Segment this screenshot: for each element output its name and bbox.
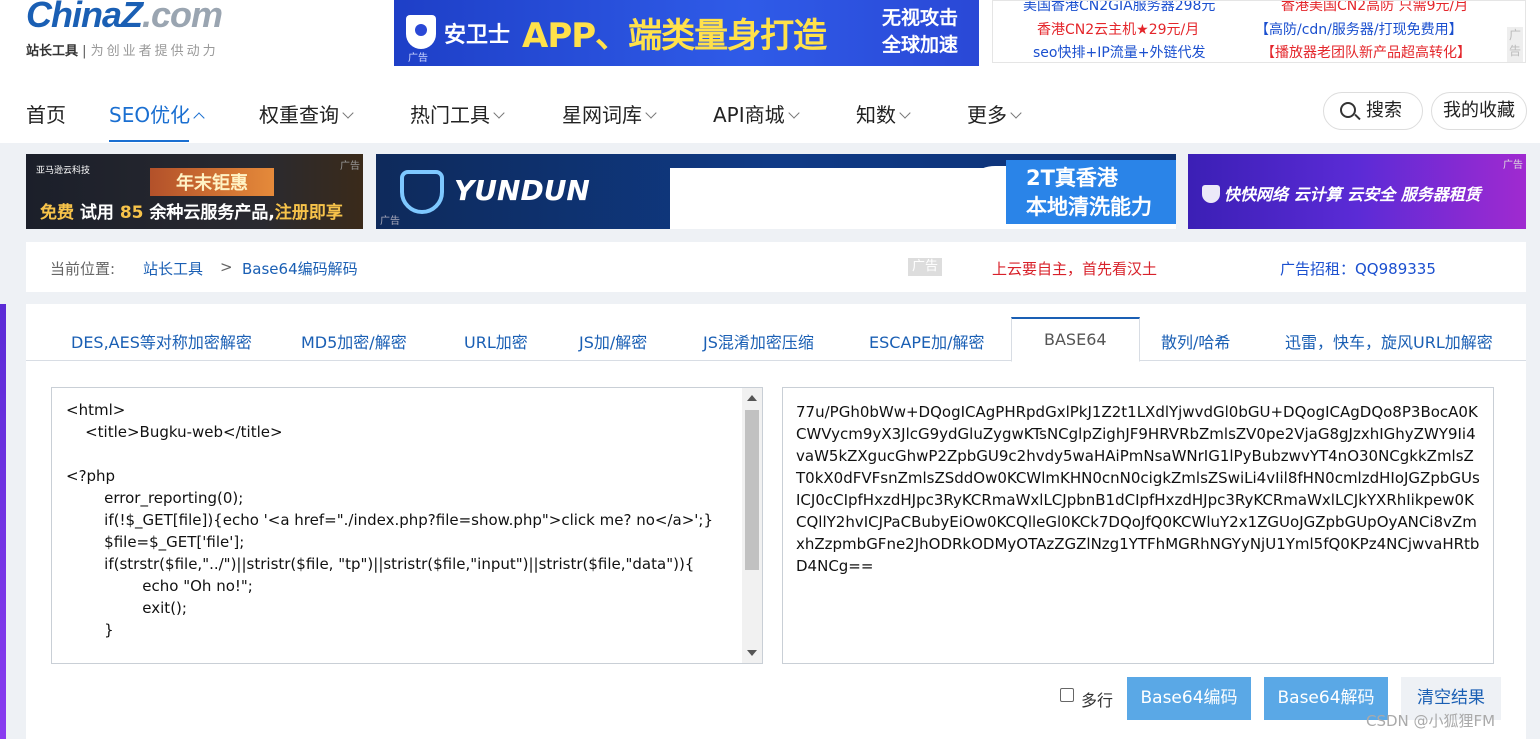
output-text: 77u/PGh0bWw+DQogICAgPHRpdGxlPkJ1Z2t1LXdl… [796, 403, 1480, 575]
text-ad-link[interactable]: 香港CN2云主机★29元/月 [1037, 19, 1199, 39]
banner-headline: APP、端类量身打造 [522, 16, 827, 56]
ad-tag: 广告 [380, 216, 400, 227]
chevron-down-icon [342, 107, 354, 119]
banner-side: 无视攻击 全球加速 [882, 7, 959, 56]
logo-sub: 站长工具 | 为创业者提供动力 [26, 44, 219, 59]
breadcrumb-link-base64[interactable]: Base64编码解码 [242, 258, 358, 279]
main-nav: 首页 SEO优化 权重查询 热门工具 星网词库 API商城 知数 更多 搜索 我… [0, 77, 1540, 143]
nav-item-seo[interactable]: SEO优化 [109, 99, 205, 128]
yundun-logo-icon [400, 170, 444, 214]
ad-banner-aws[interactable]: 亚马逊云科技 年末钜惠 免费 试用 85 余种云服务产品,注册即享 广告 [26, 154, 363, 229]
nav-item-weight[interactable]: 权重查询 [259, 99, 354, 128]
output-textarea[interactable]: 77u/PGh0bWw+DQogICAgPHRpdGxlPkJ1Z2t1LXdl… [782, 387, 1494, 664]
nav-item-api[interactable]: API商城 [713, 99, 800, 128]
scroll-down-icon[interactable] [747, 650, 757, 656]
text-ad-link[interactable]: 香港美国CN2高防 只需9元/月 [1281, 1, 1468, 15]
scroll-up-icon[interactable] [747, 395, 757, 401]
tool-tabs: DES,AES等对称加密解密 MD5加密/解密 URL加密 JS加/解密 JS混… [26, 317, 1526, 362]
encode-button[interactable]: Base64编码 [1127, 677, 1251, 720]
left-edge-decoration [0, 304, 6, 739]
promo-link[interactable]: 上云要自主，首先看汉土 [992, 258, 1157, 279]
chevron-down-icon [645, 107, 657, 119]
text-ad-link[interactable]: seo快排+IP流量+外链代发 [1033, 42, 1206, 62]
tab-des-aes[interactable]: DES,AES等对称加密解密 [71, 329, 252, 353]
kuaikuai-logo-icon [1202, 185, 1220, 203]
tab-base64[interactable]: BASE64 [1011, 317, 1140, 362]
search-icon [1340, 102, 1356, 118]
nav-item-home[interactable]: 首页 [26, 99, 66, 128]
input-scrollbar[interactable] [742, 388, 762, 663]
chevron-down-icon [899, 107, 911, 119]
shield-icon [406, 15, 436, 49]
nav-item-hot-tools[interactable]: 热门工具 [410, 99, 505, 128]
search-button[interactable]: 搜索 [1323, 92, 1423, 130]
multiline-checkbox[interactable] [1060, 688, 1074, 702]
chevron-up-icon [193, 112, 205, 124]
ad-tag: 广告 [1507, 27, 1523, 62]
text-ad-link[interactable]: 美国香港CN2GIA服务器298元 [1023, 1, 1215, 15]
tab-hash[interactable]: 散列/哈希 [1161, 329, 1230, 353]
tab-md5[interactable]: MD5加密/解密 [301, 329, 407, 353]
tab-escape[interactable]: ESCAPE加/解密 [869, 329, 985, 353]
banner-brand: 安卫士 [444, 23, 511, 48]
text-ads: 美国香港CN2GIA服务器298元 香港美国CN2高防 只需9元/月 香港CN2… [992, 0, 1526, 63]
chevron-down-icon [1010, 107, 1022, 119]
text-ad-link[interactable]: 【高防/cdn/服务器/打现免费用】 [1255, 19, 1463, 39]
multiline-label: 多行 [1081, 691, 1114, 710]
breadcrumb-label: 当前位置: [50, 260, 116, 278]
ad-tag: 广告 [408, 53, 428, 64]
chevron-down-icon [493, 107, 505, 119]
ad-tag: 广告 [340, 161, 360, 172]
favorites-button[interactable]: 我的收藏 [1431, 92, 1527, 130]
logo-brand: ChinaZ.com [26, 0, 223, 35]
tab-js-obfuscate[interactable]: JS混淆加密压缩 [703, 329, 814, 353]
breadcrumb: 当前位置: 站长工具 > Base64编码解码 广告 上云要自主，首先看汉土 广… [26, 242, 1526, 292]
tab-url[interactable]: URL加密 [464, 329, 528, 353]
watermark: CSDN @小狐狸FM [1366, 712, 1496, 730]
input-text: <html> <title>Bugku-web</title> <?php er… [66, 401, 713, 639]
breadcrumb-separator: > [220, 258, 233, 276]
ad-tag: 广告 [1503, 160, 1523, 171]
ad-banner-yundun[interactable]: YUNDUN 新CN2高防包 2T真香港 本地清洗能力 广告 [376, 154, 1176, 229]
breadcrumb-link-tools[interactable]: 站长工具 [143, 258, 203, 279]
text-ad-link[interactable]: 【播放器老团队新产品超高转化】 [1261, 42, 1471, 62]
input-textarea[interactable]: <html> <title>Bugku-web</title> <?php er… [51, 387, 763, 664]
ad-badge: 广告 [908, 258, 942, 276]
nav-item-lexicon[interactable]: 星网词库 [562, 99, 657, 128]
nav-active-underline [109, 140, 189, 142]
nav-item-zhishu[interactable]: 知数 [856, 99, 911, 128]
nav-item-more[interactable]: 更多 [967, 99, 1022, 128]
tab-thunder-url[interactable]: 迅雷，快车，旋风URL加解密 [1285, 329, 1493, 353]
site-logo[interactable]: ChinaZ.com 站长工具 | 为创业者提供动力 [26, 0, 276, 60]
scroll-thumb[interactable] [745, 410, 759, 570]
chevron-down-icon [787, 107, 800, 119]
ad-banner-kuaikuai[interactable]: 快快网络 云计算 云安全 服务器租赁 广告 [1188, 154, 1526, 229]
tool-panel: DES,AES等对称加密解密 MD5加密/解密 URL加密 JS加/解密 JS混… [26, 304, 1526, 739]
ad-contact-link[interactable]: 广告招租：QQ989335 [1280, 258, 1436, 279]
top-ad-banner[interactable]: 安卫士 APP、端类量身打造 无视攻击 全球加速 广告 [394, 0, 979, 66]
top-header: ChinaZ.com 站长工具 | 为创业者提供动力 安卫士 APP、端类量身打… [0, 0, 1540, 77]
tab-js[interactable]: JS加/解密 [579, 329, 647, 353]
